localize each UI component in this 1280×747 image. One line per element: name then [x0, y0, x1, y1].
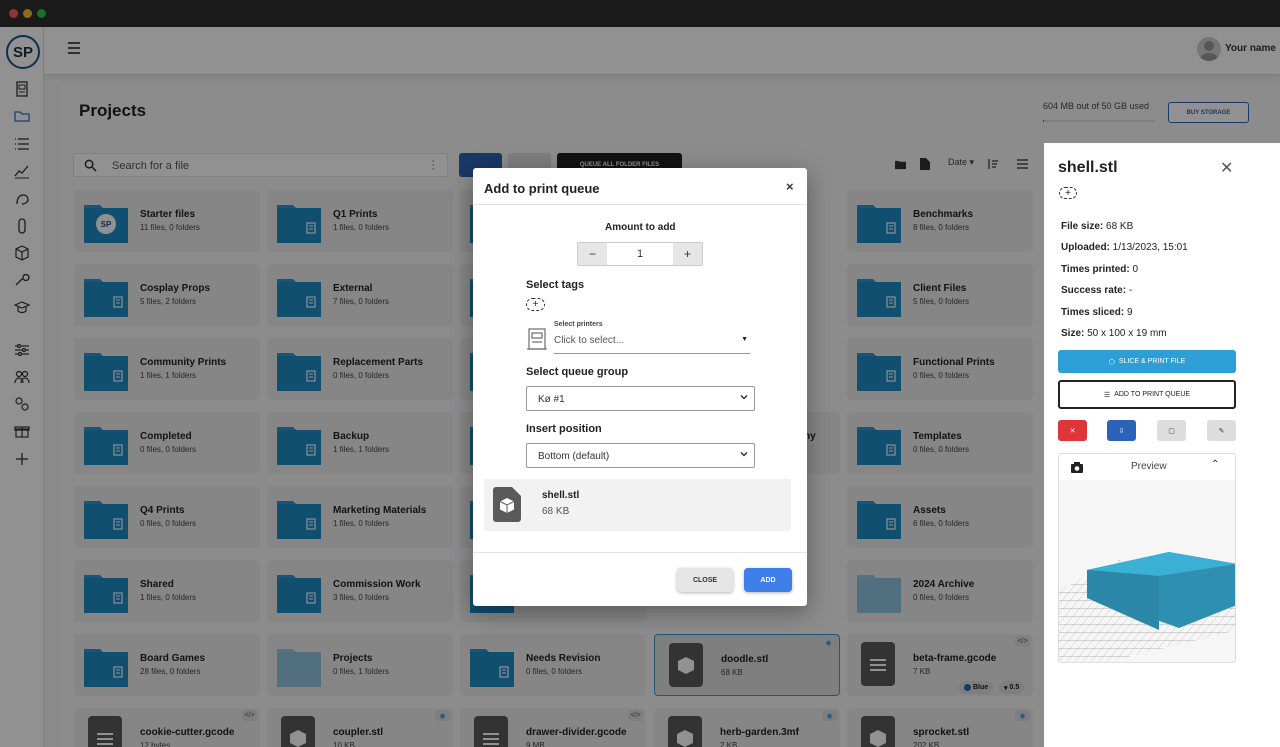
insert-position-label: Insert position — [526, 423, 602, 435]
close-dialog-icon[interactable]: × — [786, 179, 794, 194]
chevron-down-icon — [740, 395, 748, 400]
model-preview[interactable] — [1059, 480, 1236, 663]
dropdown-arrow-icon: ▼ — [741, 336, 748, 343]
dialog-title: Add to print queue — [484, 181, 600, 196]
file-details-panel: shell.stl ✕ + File size: 68 KB Uploaded: … — [1044, 143, 1280, 747]
download-file-button[interactable]: ⇩ — [1107, 420, 1136, 441]
chevron-down-icon — [740, 452, 748, 457]
printers-select[interactable]: Click to select... ▼ — [554, 333, 750, 354]
detail-row: Uploaded: 1/13/2023, 15:01 — [1061, 242, 1188, 253]
camera-icon[interactable] — [1071, 462, 1083, 473]
add-tag-button[interactable]: + — [1059, 187, 1077, 199]
footer-divider — [473, 552, 807, 553]
add-to-print-queue-label: ADD TO PRINT QUEUE — [1114, 391, 1191, 398]
delete-file-button[interactable]: ✕ — [1058, 420, 1087, 441]
cube-icon: ⬡ — [1108, 358, 1115, 366]
detail-label: Success rate: — [1061, 285, 1127, 297]
decrement-button[interactable]: − — [578, 243, 607, 265]
close-button[interactable]: CLOSE — [677, 568, 733, 592]
slice-and-print-button[interactable]: ⬡ SLICE & PRINT FILE — [1058, 350, 1236, 373]
detail-row: Times printed: 0 — [1061, 264, 1138, 275]
detail-value: - — [1128, 285, 1133, 297]
amount-label: Amount to add — [605, 222, 676, 233]
detail-value: 9 — [1126, 306, 1133, 318]
printers-placeholder: Click to select... — [554, 335, 625, 346]
camera-file-button[interactable]: ▢ — [1157, 420, 1186, 441]
add-to-print-queue-button[interactable]: ☰ ADD TO PRINT QUEUE — [1058, 380, 1236, 409]
preview-label: Preview — [1131, 461, 1167, 472]
detail-label: File size: — [1061, 221, 1104, 232]
printer-icon — [527, 328, 547, 350]
app: SP Your name Projects 604 MB out of 50 G… — [0, 0, 1280, 747]
preview-card: Preview ⌃ — [1058, 453, 1236, 663]
tags-label: Select tags — [526, 279, 585, 291]
detail-value: 1/13/2023, 15:01 — [1112, 242, 1188, 254]
add-button[interactable]: ADD — [744, 568, 792, 592]
close-details-icon[interactable]: ✕ — [1220, 158, 1233, 178]
slice-and-print-label: SLICE & PRINT FILE — [1118, 358, 1186, 365]
detail-value: 68 KB — [1106, 221, 1134, 232]
printers-label: Select printers — [554, 321, 603, 328]
increment-button[interactable]: + — [673, 243, 702, 265]
add-tag-button[interactable]: + — [526, 298, 545, 311]
queue-group-value: Kø #1 — [538, 394, 565, 405]
edit-file-button[interactable]: ✎ — [1207, 420, 1236, 441]
detail-row: Times sliced: 9 — [1061, 307, 1133, 318]
detail-row: File size: 68 KB — [1061, 221, 1133, 232]
queued-file-size: 68 KB — [542, 506, 570, 517]
amount-input[interactable]: 1 — [607, 243, 673, 265]
detail-label: Times sliced: — [1061, 306, 1125, 318]
detail-label: Uploaded: — [1061, 242, 1110, 254]
detail-row: Success rate: - — [1061, 285, 1132, 296]
add-to-print-queue-dialog: Add to print queue × Amount to add − 1 +… — [473, 168, 807, 606]
detail-value: 50 x 100 x 19 mm — [1087, 328, 1167, 339]
stl-file-icon — [493, 487, 521, 522]
collapse-preview-icon[interactable]: ⌃ — [1211, 459, 1219, 470]
queued-file-name: shell.stl — [542, 490, 580, 501]
detail-value: 0 — [1132, 263, 1139, 275]
insert-position-select[interactable]: Bottom (default) — [526, 443, 755, 468]
queue-icon: ☰ — [1103, 391, 1111, 399]
detail-row: Size: 50 x 100 x 19 mm — [1061, 328, 1167, 339]
header-divider — [473, 204, 807, 205]
detail-label: Times printed: — [1061, 263, 1130, 275]
queue-group-select[interactable]: Kø #1 — [526, 386, 755, 411]
queue-group-label: Select queue group — [526, 366, 629, 378]
insert-position-value: Bottom (default) — [538, 451, 610, 462]
quantity-stepper[interactable]: − 1 + — [577, 242, 703, 266]
detail-label: Size: — [1061, 328, 1085, 339]
queued-file-item: shell.stl 68 KB — [484, 479, 791, 531]
details-title: shell.stl — [1058, 159, 1118, 176]
